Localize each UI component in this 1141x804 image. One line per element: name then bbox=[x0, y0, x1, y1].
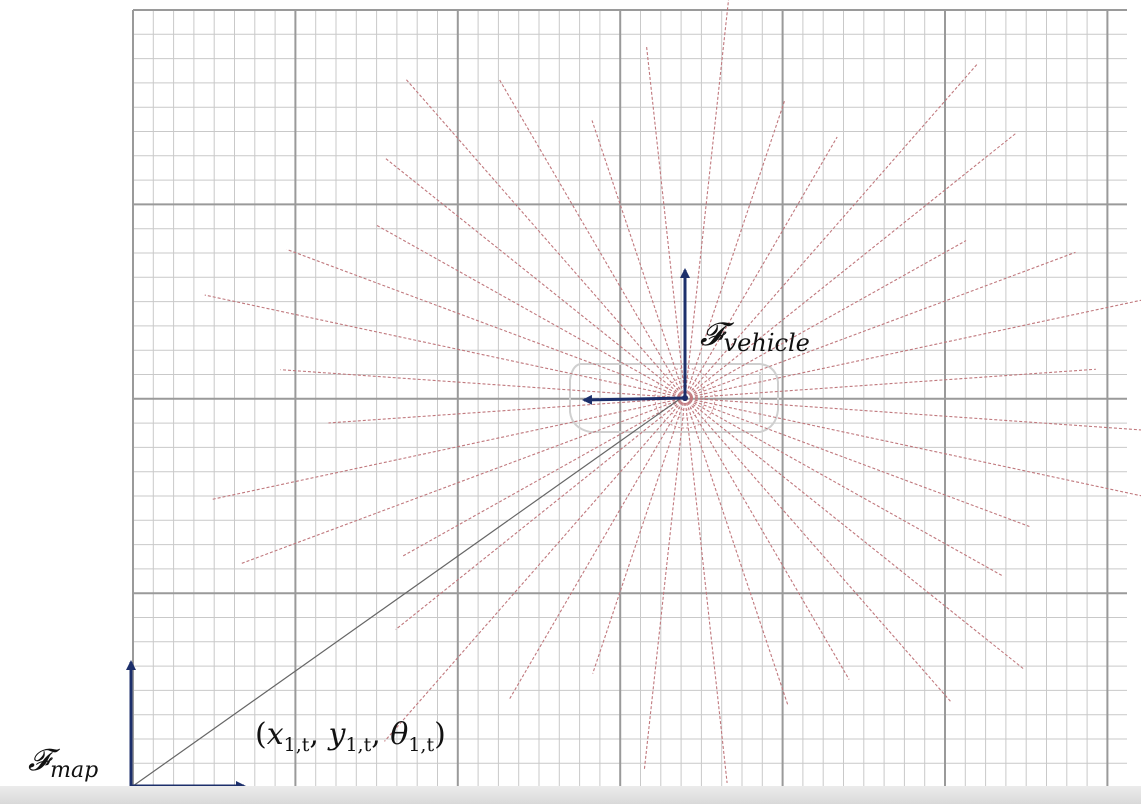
lidar-ray bbox=[684, 397, 1030, 527]
lidar-ray bbox=[591, 120, 686, 399]
lidar-ray bbox=[684, 132, 1017, 399]
lidar-ray bbox=[212, 397, 686, 500]
lidar-ray bbox=[384, 397, 686, 742]
lidar-ray bbox=[508, 397, 686, 700]
lidar-ray bbox=[684, 397, 1025, 670]
vehicle-origin-dot bbox=[682, 395, 688, 401]
vehicle-frame-label: 𝓕vehicle bbox=[700, 315, 810, 357]
video-bottom-bar bbox=[0, 786, 1141, 804]
lidar-ray bbox=[402, 397, 686, 557]
lidar-ray bbox=[375, 224, 686, 399]
lidar-ray bbox=[592, 397, 686, 674]
lidar-ray bbox=[684, 397, 1141, 497]
lidar-ray bbox=[684, 368, 1096, 399]
lidar-ray bbox=[643, 397, 686, 770]
lidar-ray bbox=[684, 397, 850, 680]
lidar-ray bbox=[684, 397, 951, 702]
lidar-ray bbox=[328, 397, 686, 424]
occupancy-grid-diagram: 𝓕vehicle 𝓕map (x1,t, y1,t, θ1,t) bbox=[28, 0, 1141, 791]
lidar-ray bbox=[684, 136, 838, 399]
lidar-ray bbox=[286, 248, 686, 399]
lidar-ray bbox=[645, 45, 686, 399]
lidar-ray bbox=[684, 397, 1141, 431]
lidar-ray bbox=[684, 397, 789, 705]
lidar-ray bbox=[684, 397, 728, 784]
lidar-ray bbox=[684, 251, 1076, 399]
map-frame-label: 𝓕map bbox=[28, 743, 98, 783]
lidar-ray bbox=[280, 369, 686, 399]
lidar-ray bbox=[204, 294, 686, 399]
lidar-ray bbox=[395, 397, 686, 630]
vehicle-frame-left-axis bbox=[582, 394, 686, 405]
pose-vector-line bbox=[132, 395, 685, 787]
lidar-rays bbox=[204, 0, 1141, 784]
